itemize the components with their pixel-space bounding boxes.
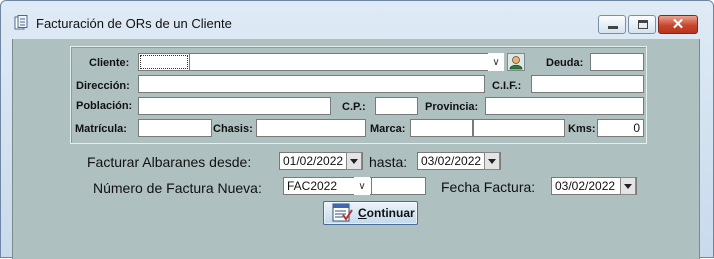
window-title: Facturación de ORs de un Cliente: [36, 16, 232, 31]
maximize-icon: [638, 20, 648, 29]
minimize-button[interactable]: [598, 15, 626, 34]
cliente-dropdown-button[interactable]: ∨: [488, 53, 504, 71]
numero-factura-input[interactable]: [371, 177, 426, 195]
search-client-button[interactable]: [507, 53, 525, 71]
desde-date-value: 01/02/2022: [283, 154, 344, 168]
continuar-label: Continuar: [358, 206, 415, 220]
provincia-label: Provincia:: [425, 101, 479, 113]
deuda-label: Deuda:: [546, 57, 584, 69]
chasis-input[interactable]: [256, 119, 366, 137]
poblacion-label: Población:: [76, 100, 133, 112]
chevron-down-icon: ∨: [358, 180, 366, 192]
user-search-icon: [509, 56, 523, 70]
hasta-label: hasta:: [369, 154, 408, 170]
close-icon: ✕: [671, 16, 685, 33]
invoice-icon: [332, 203, 353, 222]
cif-label: C.I.F.:: [492, 80, 522, 92]
kms-input[interactable]: 0: [597, 119, 644, 137]
poblacion-input[interactable]: [138, 97, 331, 115]
cp-label: C.P.:: [342, 101, 366, 113]
title-bar[interactable]: Facturación de ORs de un Cliente ✕: [1, 1, 713, 39]
hasta-date-value: 03/02/2022: [421, 154, 482, 168]
cliente-name-combo[interactable]: [190, 53, 504, 71]
serie-value: FAC2022: [287, 179, 338, 193]
caret-down-icon: [488, 158, 496, 164]
desde-dropdown-button[interactable]: [346, 152, 362, 170]
hasta-dropdown-button[interactable]: [484, 152, 500, 170]
desde-label: Facturar Albaranes desde:: [87, 154, 252, 170]
chasis-label: Chasis:: [213, 123, 253, 135]
matricula-label: Matrícula:: [75, 123, 127, 135]
cp-input[interactable]: [375, 97, 418, 115]
matricula-input[interactable]: [138, 119, 212, 137]
client-area: Cliente: ∨ Deuda: Dirección: C.I.F.: Pob…: [12, 39, 700, 259]
direccion-label: Dirección:: [76, 80, 130, 92]
maximize-button[interactable]: [628, 15, 656, 34]
modelo-input[interactable]: [473, 119, 565, 137]
cif-input[interactable]: [531, 75, 644, 93]
minimize-icon: [608, 26, 618, 29]
kms-label: Kms:: [568, 123, 596, 135]
caret-down-icon: [350, 158, 358, 164]
cliente-label: Cliente:: [89, 57, 130, 69]
cliente-code-input[interactable]: [138, 53, 190, 71]
close-button[interactable]: ✕: [658, 15, 698, 34]
fecha-dropdown-button[interactable]: [620, 177, 636, 195]
serie-dropdown-button[interactable]: ∨: [354, 177, 370, 195]
continuar-button[interactable]: Continuar: [323, 201, 418, 225]
numero-factura-label: Número de Factura Nueva:: [93, 180, 262, 196]
caret-down-icon: [624, 183, 632, 189]
marca-label: Marca:: [370, 123, 406, 135]
facturacion-window: Facturación de ORs de un Cliente ✕ Clien…: [0, 0, 714, 259]
fecha-factura-value: 03/02/2022: [555, 179, 616, 193]
marca-input[interactable]: [410, 119, 473, 137]
document-icon: [14, 15, 28, 30]
chevron-down-icon: ∨: [492, 56, 500, 68]
provincia-input[interactable]: [485, 97, 644, 115]
deuda-input[interactable]: [590, 53, 644, 71]
fecha-factura-label: Fecha Factura:: [441, 179, 536, 195]
direccion-input[interactable]: [138, 75, 485, 93]
